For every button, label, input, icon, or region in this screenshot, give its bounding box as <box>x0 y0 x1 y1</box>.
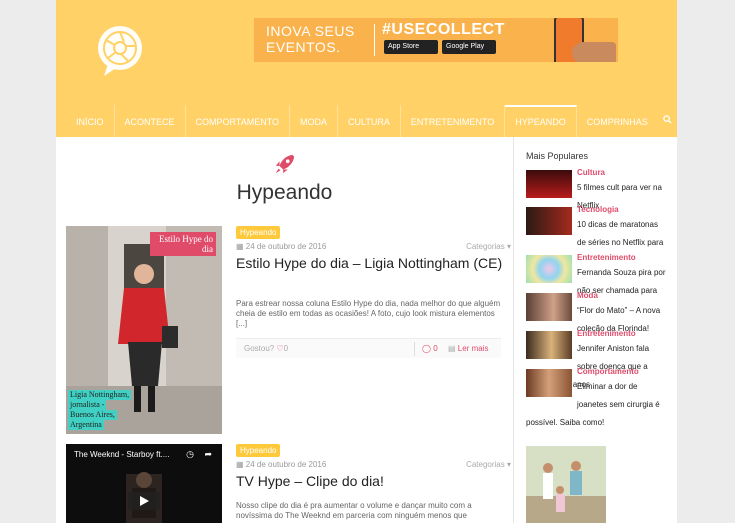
page: INOVA SEUS EVENTOS. #USECOLLECT App Stor… <box>56 0 677 523</box>
like-count: 0 <box>283 344 289 353</box>
rocket-icon <box>275 154 295 174</box>
post-date: ▦ 24 de outubro de 2016 <box>236 242 326 251</box>
video-thumbnail[interactable]: The Weeknd - Starboy ft.... ◷ ➦ <box>66 444 222 523</box>
ad-banner[interactable]: INOVA SEUS EVENTOS. #USECOLLECT App Stor… <box>254 18 618 62</box>
post-tag[interactable]: Hypeando <box>236 226 281 239</box>
site-header: INOVA SEUS EVENTOS. #USECOLLECT App Stor… <box>56 0 677 137</box>
categories-label: Categorias <box>466 460 505 469</box>
banner-line-2: EVENTOS. <box>266 39 341 55</box>
logo-icon[interactable] <box>94 24 148 78</box>
google-play-badge[interactable]: Google Play <box>442 40 496 54</box>
post-date: ▦ 24 de outubro de 2016 <box>236 460 326 469</box>
post-thumbnail[interactable]: Estilo Hype do dia Ligia Nottingham, jor… <box>66 226 222 434</box>
like-label: Gostou? <box>244 344 275 353</box>
categories-label: Categorias <box>466 242 505 251</box>
document-icon: ▤ <box>448 344 456 353</box>
meta-divider <box>414 342 415 356</box>
comment-icon: ◯ <box>422 344 431 353</box>
post-tag[interactable]: Hypeando <box>236 444 281 457</box>
post-title[interactable]: TV Hype – Clipe do dia! <box>236 474 506 489</box>
post-card: Estilo Hype do dia Ligia Nottingham, jor… <box>66 226 511 436</box>
popular-thumbnail <box>526 331 572 359</box>
banner-hashtag: #USECOLLECT <box>382 21 505 38</box>
sidebar-title: Mais Populares <box>526 151 589 161</box>
nav-item-comportamento[interactable]: Comportamento <box>186 105 291 137</box>
popular-thumbnail <box>526 369 572 397</box>
read-more-label: Ler mais <box>457 344 489 353</box>
app-store-badge[interactable]: App Store <box>384 40 438 54</box>
post-card: The Weeknd - Starboy ft.... ◷ ➦ Hypeando… <box>66 444 511 523</box>
search-icon[interactable] <box>658 105 677 137</box>
main-nav: Início Acontece Comportamento Moda Cultu… <box>66 105 677 137</box>
sidebar-ad-image[interactable] <box>526 446 606 523</box>
post-date-text: 24 de outubro de 2016 <box>245 242 327 251</box>
popular-thumbnail <box>526 255 572 283</box>
banner-line-1: INOVA SEUS <box>266 23 355 39</box>
nav-item-hypeando[interactable]: Hypeando <box>505 105 577 137</box>
post-excerpt: Para estrear nossa coluna Estilo Hype do… <box>236 299 501 328</box>
popular-item[interactable]: Comportamento Eliminar a dor de joanetes… <box>526 367 666 430</box>
nav-item-moda[interactable]: Moda <box>290 105 339 137</box>
family-photo <box>526 446 606 523</box>
comment-count: 0 <box>433 344 438 353</box>
clock-icon[interactable]: ◷ <box>186 449 194 460</box>
popular-thumbnail <box>526 207 572 235</box>
chevron-down-icon: ▾ <box>506 460 511 469</box>
thumb-caption-top: Estilo Hype do dia <box>150 232 216 256</box>
nav-item-cultura[interactable]: Cultura <box>338 105 401 137</box>
heart-icon[interactable]: ♡ <box>276 344 283 353</box>
thumb-caption-bottom: Ligia Nottingham, jornalista - Buenos Ai… <box>68 390 132 430</box>
nav-item-acontece[interactable]: Acontece <box>115 105 186 137</box>
post-excerpt: Nosso clipe do dia é pra aumentar o volu… <box>236 501 472 520</box>
hand-illustration <box>572 42 616 62</box>
banner-divider <box>374 24 375 56</box>
sidebar: Mais Populares Cultura 5 filmes cult par… <box>513 137 677 523</box>
post-title[interactable]: Estilo Hype do dia – Ligia Nottingham (C… <box>236 256 506 271</box>
popular-thumbnail <box>526 293 572 321</box>
categories-dropdown[interactable]: Categorias ▾ <box>466 242 511 251</box>
post-meta-bar: Gostou? ♡0 ◯ 0 ▤ Ler mais <box>236 338 501 358</box>
calendar-icon: ▦ <box>236 460 244 469</box>
calendar-icon: ▦ <box>236 242 244 251</box>
chevron-down-icon: ▾ <box>506 242 511 251</box>
read-more-link[interactable]: ▤ Ler mais <box>448 344 488 353</box>
comments-link[interactable]: ◯ 0 <box>422 344 438 353</box>
page-title: Hypeando <box>236 181 333 204</box>
nav-item-entretenimento[interactable]: Entretenimento <box>401 105 506 137</box>
video-title: The Weeknd - Starboy ft.... <box>74 450 170 459</box>
main-content: Hypeando Estilo Hype do dia Ligia Nottin… <box>56 137 513 523</box>
post-date-text: 24 de outubro de 2016 <box>245 460 327 469</box>
categories-dropdown[interactable]: Categorias ▾ <box>466 460 511 469</box>
popular-thumbnail <box>526 170 572 198</box>
nav-item-comprinhas[interactable]: Comprinhas <box>577 105 658 137</box>
share-icon[interactable]: ➦ <box>204 449 212 460</box>
nav-item-inicio[interactable]: Início <box>66 105 115 137</box>
like-control[interactable]: Gostou? ♡0 <box>244 344 288 353</box>
